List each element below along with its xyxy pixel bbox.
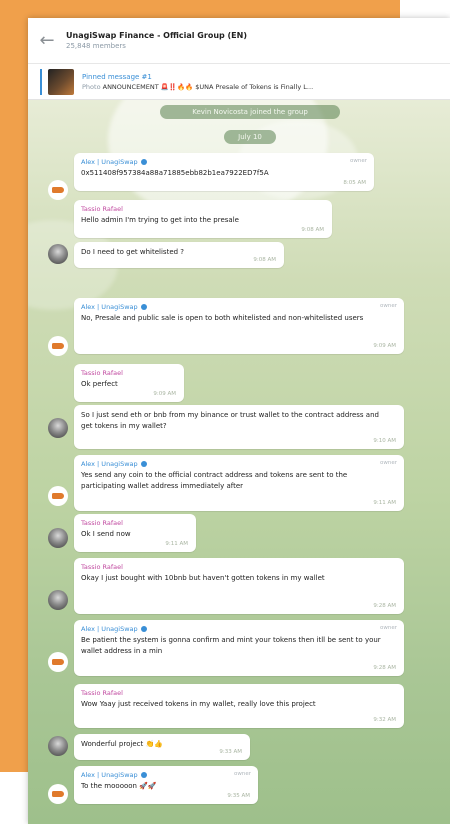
sender-name: Tassio Rafael	[81, 563, 123, 571]
telegram-window: ← UnagiSwap Finance - Official Group (EN…	[28, 18, 450, 824]
message-bubble[interactable]: Alex | UnagiSwap owner Yes send any coin…	[74, 455, 404, 511]
verified-icon	[140, 626, 147, 632]
message-text: No, Presale and public sale is open to b…	[81, 314, 364, 322]
chat-area[interactable]: Kevin Novicosta joined the group July 10…	[28, 100, 450, 824]
message-text: To the mooooon 🚀🚀	[81, 782, 157, 790]
pinned-message-bar[interactable]: Pinned message #1 Photo ANNOUNCEMENT 🚨‼️…	[28, 64, 450, 100]
verified-icon	[140, 159, 147, 165]
message-text: Yes send any coin to the official contra…	[81, 471, 348, 490]
member-count: 25,848 members	[66, 42, 126, 50]
message-time: 9:32 AM	[373, 717, 396, 723]
message-time: 9:10 AM	[373, 438, 396, 444]
avatar[interactable]	[48, 736, 68, 756]
owner-badge: owner	[380, 303, 397, 309]
sender-name: Alex | UnagiSwap	[81, 625, 397, 633]
message-time: 9:11 AM	[165, 541, 188, 547]
message-text: Wow Yaay just received tokens in my wall…	[81, 700, 316, 708]
message-time: 9:28 AM	[373, 603, 396, 609]
sender-name: Alex | UnagiSwap	[81, 460, 397, 468]
header-text[interactable]: UnagiSwap Finance - Official Group (EN) …	[66, 31, 247, 50]
message-bubble[interactable]: Alex | UnagiSwap owner 0x511408f957384a8…	[74, 153, 374, 191]
message-text: So I just send eth or bnb from my binanc…	[81, 411, 379, 430]
avatar[interactable]	[48, 336, 68, 356]
pinned-indicator	[40, 68, 42, 95]
sender-name: Alex | UnagiSwap	[81, 771, 251, 779]
chat-title: UnagiSwap Finance - Official Group (EN)	[66, 31, 247, 40]
message-bubble[interactable]: Wonderful project 👏👍 9:33 AM	[74, 734, 250, 760]
message-bubble[interactable]: Tassio Rafael Hello admin I'm trying to …	[74, 200, 332, 238]
message-text: Hello admin I'm trying to get into the p…	[81, 216, 239, 224]
sender-name: Tassio Rafael	[81, 689, 123, 697]
sender-name: Tassio Rafael	[81, 369, 123, 377]
message-time: 9:11 AM	[373, 500, 396, 506]
message-bubble[interactable]: Tassio Rafael Wow Yaay just received tok…	[74, 684, 404, 728]
message-text: Do I need to get whitelisted ?	[81, 248, 185, 256]
message-time: 9:08 AM	[301, 227, 324, 233]
verified-icon	[140, 304, 147, 310]
pinned-preview-prefix: Photo	[82, 82, 101, 91]
avatar[interactable]	[48, 652, 68, 672]
message-time: 9:08 AM	[253, 257, 276, 263]
avatar[interactable]	[48, 528, 68, 548]
message-time: 8:05 AM	[343, 180, 366, 186]
avatar[interactable]	[48, 180, 68, 200]
message-text: Ok I send now	[81, 530, 131, 538]
message-bubble[interactable]: Alex | UnagiSwap owner To the mooooon 🚀🚀…	[74, 766, 258, 804]
avatar[interactable]	[48, 418, 68, 438]
sender-name: Alex | UnagiSwap	[81, 303, 397, 311]
pinned-preview-text: ANNOUNCEMENT 🚨‼️🔥🔥 $UNA Presale of Token…	[102, 82, 314, 91]
message-text: Okay I just bought with 10bnb but haven'…	[81, 574, 325, 582]
message-bubble[interactable]: Alex | UnagiSwap owner Be patient the sy…	[74, 620, 404, 676]
service-message-joined: Kevin Novicosta joined the group	[160, 105, 340, 119]
pinned-title: Pinned message #1	[82, 72, 152, 81]
sender-name: Tassio Rafael	[81, 519, 123, 527]
message-time: 9:09 AM	[373, 343, 396, 349]
pinned-preview: Photo ANNOUNCEMENT 🚨‼️🔥🔥 $UNA Presale of…	[82, 83, 313, 91]
message-time: 9:28 AM	[373, 665, 396, 671]
message-time: 9:09 AM	[153, 391, 176, 397]
verified-icon	[140, 772, 147, 778]
message-bubble[interactable]: Do I need to get whitelisted ? 9:08 AM	[74, 242, 284, 268]
owner-badge: owner	[234, 771, 251, 777]
avatar[interactable]	[48, 784, 68, 804]
avatar[interactable]	[48, 486, 68, 506]
message-time: 9:33 AM	[219, 749, 242, 755]
pinned-thumbnail	[48, 68, 74, 95]
avatar[interactable]	[48, 244, 68, 264]
chat-header: ← UnagiSwap Finance - Official Group (EN…	[28, 18, 450, 64]
owner-badge: owner	[380, 625, 397, 631]
message-text: Ok perfect	[81, 380, 118, 388]
owner-badge: owner	[380, 460, 397, 466]
message-bubble[interactable]: Tassio Rafael Ok I send now 9:11 AM	[74, 514, 196, 552]
message-bubble[interactable]: Alex | UnagiSwap owner No, Presale and p…	[74, 298, 404, 354]
verified-icon	[140, 461, 147, 467]
pinned-texts: Pinned message #1 Photo ANNOUNCEMENT 🚨‼️…	[82, 73, 313, 91]
sender-name: Alex | UnagiSwap	[81, 158, 367, 166]
back-arrow-icon[interactable]: ←	[28, 18, 66, 64]
message-bubble[interactable]: So I just send eth or bnb from my binanc…	[74, 405, 404, 449]
date-separator: July 10	[224, 130, 276, 144]
owner-badge: owner	[350, 158, 367, 164]
message-bubble[interactable]: Tassio Rafael Ok perfect 9:09 AM	[74, 364, 184, 402]
message-text: 0x511408f957384a88a71885ebb82b1ea7922ED7…	[81, 169, 269, 177]
message-time: 9:35 AM	[227, 793, 250, 799]
avatar[interactable]	[48, 590, 68, 610]
message-bubble[interactable]: Tassio Rafael Okay I just bought with 10…	[74, 558, 404, 614]
sender-name: Tassio Rafael	[81, 205, 123, 213]
message-text: Be patient the system is gonna confirm a…	[81, 636, 381, 655]
